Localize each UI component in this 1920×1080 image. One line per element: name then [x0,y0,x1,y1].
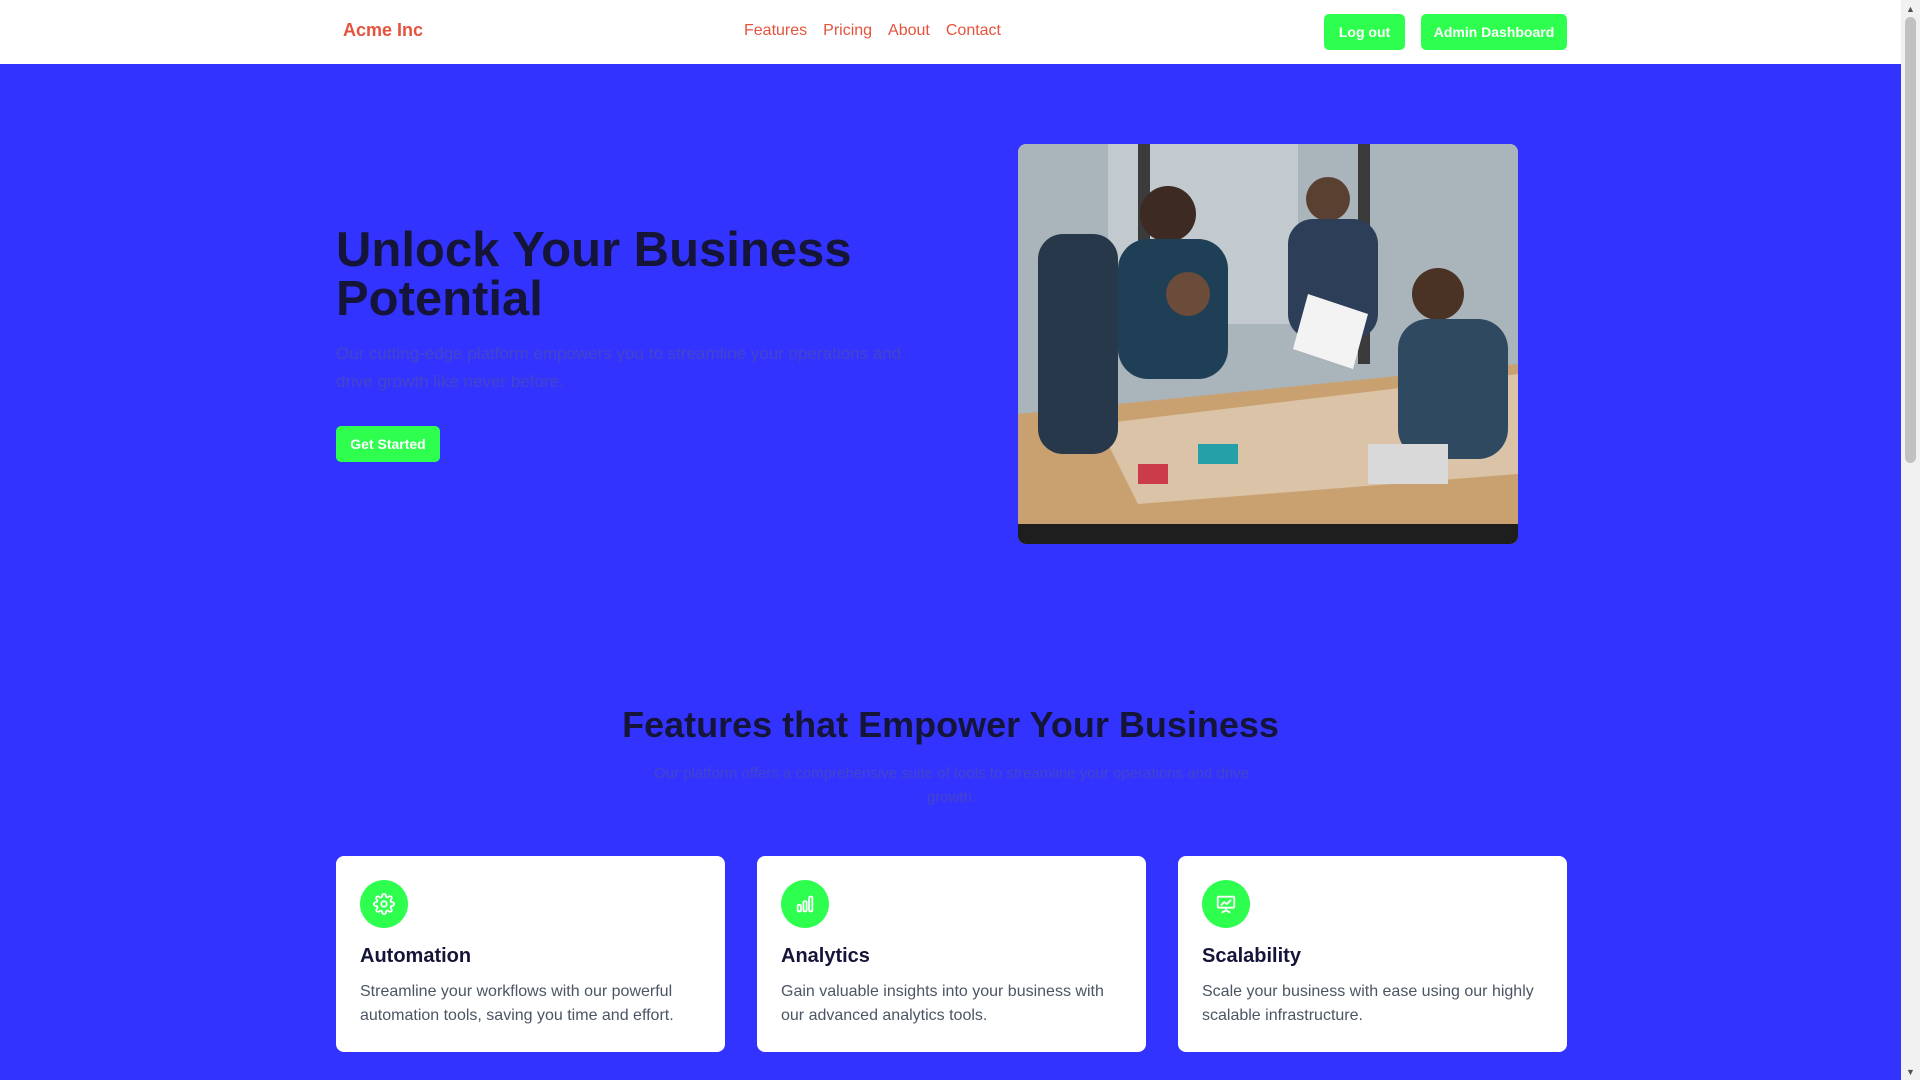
site-header: Acme Inc Features Pricing About Contact … [0,0,1901,64]
gear-icon [360,880,408,928]
bar-chart-icon [781,880,829,928]
hero-team-image [1018,144,1518,544]
main-nav: Features Pricing About Contact [744,22,1001,40]
hero-title-line2: Potential [336,272,543,326]
vertical-scrollbar[interactable]: ▲ ▼ [1901,0,1920,1080]
nav-pricing[interactable]: Pricing [823,22,872,40]
presentation-chart-icon [1202,880,1250,928]
scrollbar-thumb[interactable] [1905,17,1916,463]
feature-card-text: Scale your business with ease using our … [1202,983,1534,1024]
viewport: Acme Inc Features Pricing About Contact … [0,0,1901,1080]
team-meeting-illustration [1018,144,1518,544]
feature-card-analytics: Analytics Gain valuable insights into yo… [757,856,1146,1052]
hero-title: Unlock Your Business Potential [336,226,936,324]
feature-card-text: Streamline your workflows with our power… [360,983,674,1024]
get-started-button[interactable]: Get Started [336,426,440,462]
nav-about[interactable]: About [888,22,930,40]
admin-dashboard-button[interactable]: Admin Dashboard [1421,14,1567,50]
feature-card-title: Analytics [781,945,870,967]
nav-contact[interactable]: Contact [946,22,1001,40]
nav-features[interactable]: Features [744,22,807,40]
logout-button[interactable]: Log out [1324,14,1405,50]
scroll-up-arrow-icon[interactable]: ▲ [1901,0,1920,17]
hero-subtitle: Our cutting-edge platform empowers you t… [336,344,902,391]
feature-card-scalability: Scalability Scale your business with eas… [1178,856,1567,1052]
brand-logo[interactable]: Acme Inc [343,20,423,41]
features-subtitle: Our platform offers a comprehensive suit… [653,765,1250,806]
page: Acme Inc Features Pricing About Contact … [0,0,1920,1080]
feature-card-title: Automation [360,945,472,967]
scroll-down-arrow-icon[interactable]: ▼ [1901,1063,1920,1080]
feature-card-automation: Automation Streamline your workflows wit… [336,856,725,1052]
feature-card-text: Gain valuable insights into your busines… [781,983,1104,1024]
hero-title-line1: Unlock Your Business [336,223,852,277]
features-title: Features that Empower Your Business [622,704,1279,745]
feature-card-title: Scalability [1202,945,1301,967]
